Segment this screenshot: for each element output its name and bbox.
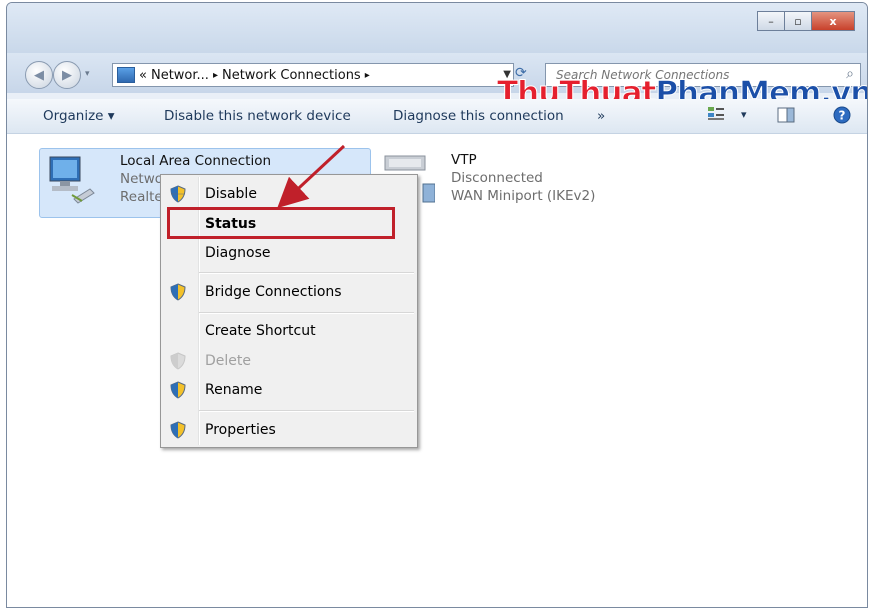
organize-button[interactable]: Organize ▾	[43, 108, 115, 124]
uac-shield-icon	[170, 283, 186, 301]
forward-arrow-icon: ▶	[62, 67, 72, 83]
address-bar[interactable]: « Networ... ▸ Network Connections ▸ ▼	[112, 63, 514, 87]
title-bar: – ▫ x	[7, 3, 867, 53]
svg-text:?: ?	[839, 109, 846, 123]
breadcrumb-network-connections[interactable]: Network Connections	[222, 68, 361, 83]
diagnose-connection-button[interactable]: Diagnose this connection	[393, 108, 564, 124]
menu-item-create-shortcut[interactable]: Create Shortcut	[205, 323, 316, 339]
breadcrumb-network[interactable]: Networ...	[151, 68, 209, 83]
breadcrumb-separator-icon[interactable]: ▸	[213, 70, 218, 81]
uac-shield-icon	[170, 185, 186, 203]
menu-item-rename[interactable]: Rename	[205, 382, 262, 398]
menu-separator	[199, 272, 414, 274]
close-button[interactable]: x	[812, 11, 855, 31]
command-bar: Organize ▾ Disable this network device D…	[7, 99, 867, 134]
uac-shield-icon	[170, 381, 186, 399]
menu-item-bridge-connections[interactable]: Bridge Connections	[205, 284, 342, 300]
explorer-window: – ▫ x ◀ ▶ ▾ « Networ... ▸ Network Connec…	[6, 2, 868, 608]
network-folder-icon	[117, 67, 135, 83]
connection-status: Disconnected	[451, 170, 543, 186]
menu-item-delete: Delete	[205, 353, 251, 369]
help-icon[interactable]: ?	[833, 106, 851, 128]
navigation-bar: ◀ ▶ ▾ « Networ... ▸ Network Connections …	[7, 53, 867, 112]
view-dropdown-icon[interactable]: ▾	[741, 108, 747, 121]
connection-name: Local Area Connection	[120, 153, 272, 169]
minimize-button[interactable]: –	[757, 11, 785, 31]
view-list-icon	[708, 107, 724, 120]
uac-shield-icon	[170, 352, 186, 370]
menu-separator	[199, 410, 414, 412]
maximize-button[interactable]: ▫	[785, 11, 812, 31]
connection-network: Netwo	[120, 171, 163, 187]
breadcrumb-separator-icon[interactable]: ▸	[365, 70, 370, 81]
menu-item-properties[interactable]: Properties	[205, 422, 276, 438]
menu-separator	[199, 312, 414, 314]
recent-pages-chevron-icon[interactable]: ▾	[85, 69, 90, 79]
window-controls: – ▫ x	[757, 11, 855, 31]
network-adapter-icon	[49, 156, 95, 204]
more-commands-button[interactable]: »	[597, 108, 605, 124]
preview-pane-icon[interactable]	[777, 107, 795, 127]
change-view-icon[interactable]	[707, 106, 725, 126]
status-highlight-box	[167, 207, 395, 239]
back-button[interactable]: ◀	[25, 61, 53, 89]
forward-button[interactable]: ▶	[53, 61, 81, 89]
address-overflow[interactable]: «	[139, 68, 147, 83]
connections-pane: Local Area Connection Netwo Realtek VTP …	[7, 134, 867, 607]
disable-device-button[interactable]: Disable this network device	[164, 108, 351, 124]
menu-item-diagnose[interactable]: Diagnose	[205, 245, 270, 261]
menu-item-disable[interactable]: Disable	[205, 186, 257, 202]
uac-shield-icon	[170, 421, 186, 439]
back-arrow-icon: ◀	[34, 67, 44, 83]
connection-name: VTP	[451, 152, 477, 168]
connection-item-vtp[interactable]: VTP Disconnected WAN Miniport (IKEv2)	[383, 148, 683, 216]
connection-device: WAN Miniport (IKEv2)	[451, 188, 596, 204]
